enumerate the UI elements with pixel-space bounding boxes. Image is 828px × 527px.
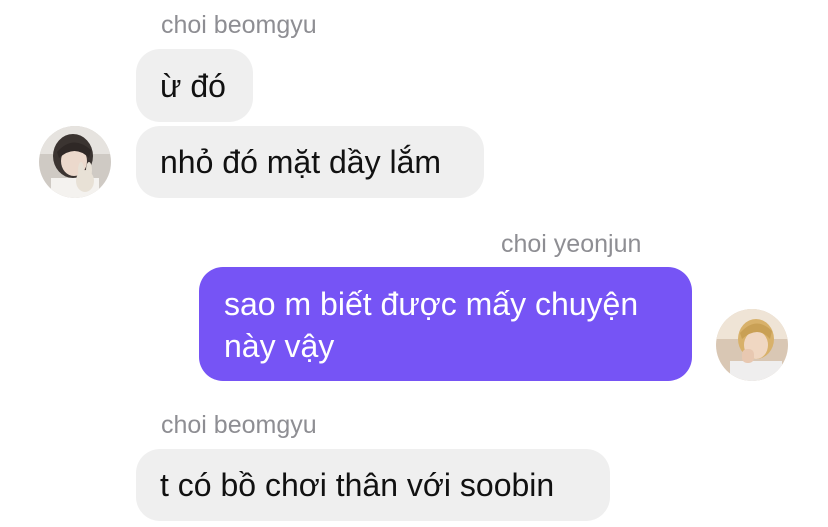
sender-name-yeonjun: choi yeonjun <box>501 230 642 258</box>
user-photo-avatar-icon <box>716 309 788 381</box>
message-text: nhỏ đó mặt dầy lắm <box>160 144 442 180</box>
sender-name-beomgyu: choi beomgyu <box>161 11 317 39</box>
message-bubble-incoming[interactable]: t có bồ chơi thân với soobin <box>136 449 610 521</box>
user-photo-avatar-icon <box>39 126 111 198</box>
yeonjun-avatar[interactable] <box>716 309 788 381</box>
message-bubble-incoming[interactable]: ừ đó <box>136 49 253 122</box>
message-text: t có bồ chơi thân với soobin <box>160 467 555 503</box>
message-bubble-incoming[interactable]: nhỏ đó mặt dầy lắm <box>136 126 484 198</box>
message-text: ừ đó <box>160 67 226 104</box>
sender-name-beomgyu: choi beomgyu <box>161 411 317 439</box>
message-text: sao m biết được mấy chuyện này vậy <box>224 286 639 364</box>
beomgyu-avatar[interactable] <box>39 126 111 198</box>
message-bubble-outgoing[interactable]: sao m biết được mấy chuyện này vậy <box>199 267 692 381</box>
